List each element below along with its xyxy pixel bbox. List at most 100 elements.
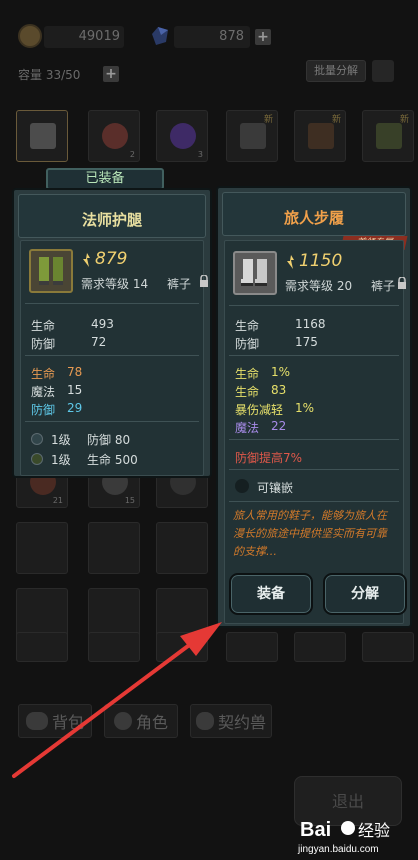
stat-label: 生命 [235, 319, 260, 333]
inventory-slot[interactable] [362, 632, 414, 662]
gem-stat: 防御 80 [87, 433, 131, 447]
gold-value: 49019 [78, 29, 120, 44]
equipped-tag: 已装备 [46, 168, 164, 190]
bonus-stat-value: 1% [271, 365, 291, 379]
inventory-slot[interactable] [88, 522, 140, 574]
empty-socket-icon [235, 479, 249, 493]
lock-icon[interactable] [199, 275, 209, 287]
panel-header: 法师护腿 [18, 194, 206, 238]
gold-coin-icon [18, 24, 42, 48]
inventory-slot[interactable]: 新 [294, 110, 346, 162]
watermark: Bai 经验 jingyan.baidu.com [290, 812, 410, 860]
item-title: 旅人步履 [283, 209, 344, 227]
power-icon [83, 253, 90, 267]
divider [229, 355, 399, 356]
inventory-slot[interactable] [16, 632, 68, 662]
inventory-slot[interactable]: 2 [88, 110, 140, 162]
watermark-url: jingyan.baidu.com [297, 844, 379, 855]
stat-value: 493 [91, 317, 114, 331]
inventory-slot[interactable] [156, 632, 208, 662]
bonus-stat-label: 魔法 [31, 385, 56, 399]
power-score: 879 [95, 249, 128, 269]
add-gems-button[interactable]: + [255, 29, 271, 45]
watermark-brand2: 经验 [358, 821, 390, 840]
bonus-stat-value: 78 [67, 365, 83, 379]
inventory-capacity: 容量 33/50 [18, 68, 81, 82]
panel-body: 879 需求等级 14 裤子 生命 493 防御 72 生命 78 魔法 15 … [20, 240, 208, 476]
power-score: 1150 [299, 251, 343, 271]
inventory-slot[interactable] [88, 632, 140, 662]
inventory-slot[interactable] [294, 632, 346, 662]
divider [229, 305, 399, 306]
required-level: 需求等级 14 [81, 277, 149, 291]
tab-pet[interactable]: 契约兽 [190, 704, 272, 738]
equipped-item-panel: 法师护腿 879 需求等级 14 裤子 生命 493 防御 72 生命 78 魔… [12, 188, 212, 478]
stat-value: 72 [91, 335, 107, 349]
inventory-slot[interactable] [16, 110, 68, 162]
divider [229, 501, 399, 502]
required-level: 需求等级 20 [285, 279, 353, 293]
inventory-slot[interactable]: 新 [362, 110, 414, 162]
divider [25, 355, 199, 356]
character-icon [113, 712, 132, 730]
gem-stat: 生命 500 [87, 453, 138, 467]
slot-type: 裤子 [371, 279, 396, 293]
bonus-stat-label: 生命 [31, 367, 56, 381]
bonus-stat-value: 1% [295, 401, 315, 415]
gem-level: 1级 [51, 453, 71, 467]
gem-value: 878 [219, 29, 244, 44]
stat-value: 175 [295, 335, 318, 349]
item-title: 法师护腿 [81, 211, 142, 229]
inventory-slot[interactable]: 3 [156, 110, 208, 162]
tab-bag[interactable]: 背包 [18, 704, 92, 738]
special-effect: 防御提高7% [235, 451, 303, 465]
slot-type: 裤子 [167, 277, 192, 291]
new-item-panel: 旅人步履 首领专属 1150 需求等级 20 裤子 生命 1168 防御 175… [216, 186, 412, 628]
bonus-stat-value: 22 [271, 419, 287, 433]
stat-label: 防御 [235, 337, 260, 351]
power-icon [287, 255, 294, 269]
divider [25, 303, 199, 304]
filter-icon[interactable] [372, 60, 394, 82]
panel-header: 旅人步履 [222, 192, 406, 236]
stat-label: 生命 [31, 319, 56, 333]
divider [25, 421, 199, 422]
tab-character[interactable]: 角色 [104, 704, 178, 738]
gem-icon [152, 27, 168, 45]
bracer-icon [308, 123, 334, 149]
inventory-slot[interactable] [16, 522, 68, 574]
divider [229, 439, 399, 440]
gem-socket-icon [31, 453, 43, 465]
bonus-stat-label: 防御 [31, 403, 56, 417]
item-description: 旅人常用的鞋子，能够为旅人在 漫长的旅途中提供坚实而有可靠 的支撑… [233, 509, 387, 558]
crystal-icon [170, 123, 196, 149]
panel-body: 1150 需求等级 20 裤子 生命 1168 防御 175 生命 1% 生命 … [224, 240, 407, 624]
lock-icon[interactable] [397, 277, 407, 289]
socket-label: 可镶嵌 [257, 481, 294, 495]
stat-value: 1168 [295, 317, 326, 331]
paw-icon [195, 712, 214, 730]
bulk-decompose-button[interactable]: 批量分解 [306, 60, 366, 82]
mushroom-icon [102, 123, 128, 149]
equip-button[interactable]: 装备 [229, 573, 313, 615]
decompose-button[interactable]: 分解 [323, 573, 407, 615]
inventory-slot[interactable] [226, 632, 278, 662]
bonus-stat-label: 魔法 [235, 421, 260, 435]
inventory-slot[interactable]: 新 [226, 110, 278, 162]
watermark-brand: Bai [300, 819, 331, 841]
bonus-stat-label: 生命 [235, 367, 260, 381]
gem-level: 1级 [51, 433, 71, 447]
bonus-stat-value: 29 [67, 401, 83, 415]
hammer-icon [240, 123, 266, 149]
bonus-stat-label: 生命 [235, 385, 260, 399]
gem-socket-icon [31, 433, 43, 445]
bonus-stat-label: 暴伤减轻 [235, 403, 284, 417]
stat-label: 防御 [31, 337, 56, 351]
inventory-slot[interactable] [156, 522, 208, 574]
bag-icon [25, 712, 48, 730]
boots-icon [30, 123, 56, 149]
bonus-stat-value: 15 [67, 383, 83, 397]
bonus-stat-value: 83 [271, 383, 287, 397]
divider [229, 469, 399, 470]
expand-capacity-button[interactable]: + [103, 66, 119, 82]
